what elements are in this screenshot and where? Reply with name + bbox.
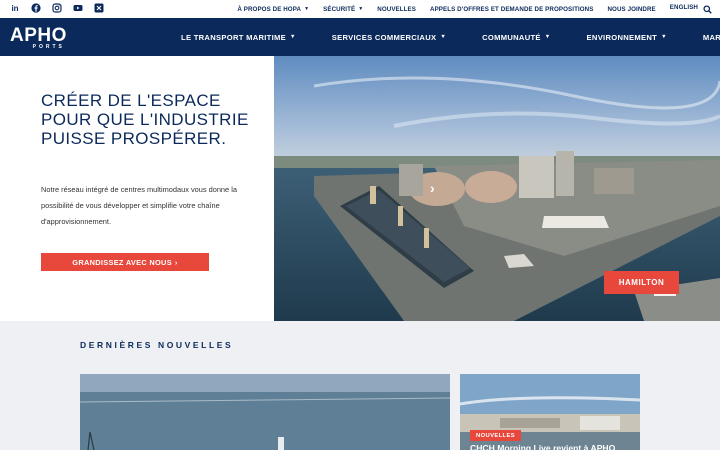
nav-item-label: ENVIRONNEMENT [586,32,658,42]
utility-item-about[interactable]: À PROPOS DE HOPA ▼ [237,6,309,13]
social-links: in [10,3,104,13]
nav-item-label: LE TRANSPORT MARITIME [181,32,287,42]
main-nav: LE TRANSPORT MARITIME ▼ SERVICES COMMERCI… [181,18,720,56]
facebook-icon[interactable] [31,3,41,13]
linkedin-icon[interactable]: in [10,3,20,13]
utility-nav: À PROPOS DE HOPA ▼ SÉCURITÉ ▼ NOUVELLES AP… [237,0,698,18]
youtube-icon[interactable] [73,3,83,13]
utility-item-label: À PROPOS DE HOPA [237,5,302,13]
nav-item-label: COMMUNAUTÉ [482,32,541,42]
utility-item-label: NOUS JOINDRE [607,5,656,13]
caret-down-icon: ▼ [358,6,364,12]
nav-item-label: MARINA [702,32,720,42]
search-icon[interactable] [703,5,712,14]
hero-description: Notre réseau intégré de centres multimod… [41,185,237,226]
utility-item-label: NOUVELLES [377,5,416,13]
news-heading: DERNIÈRES NOUVELLES [80,340,234,350]
logo-wordmark: APHO [10,25,67,46]
nav-item-transport[interactable]: LE TRANSPORT MARITIME ▼ [181,33,296,42]
grow-with-us-button[interactable]: GRANDISSEZ AVEC NOUS › [41,253,209,271]
language-switch[interactable]: ENGLISH [670,4,698,11]
carousel-prev-button[interactable]: ‹ [7,180,12,196]
chevron-right-icon: › [174,257,178,267]
logo[interactable]: APHO PORTS [10,26,67,50]
nav-item-community[interactable]: COMMUNAUTÉ ▼ [482,33,550,42]
utility-item-tenders[interactable]: APPELS D'OFFRES ET DEMANDE DE PROPOSITIO… [430,6,593,13]
caret-down-icon: ▼ [290,34,296,40]
nav-item-label: SERVICES COMMERCIAUX [331,32,437,42]
utility-bar: in À PROPOS DE HOPA ▼ SÉCURITÉ ▼ NOUVELLES… [0,0,720,18]
utility-item-news[interactable]: NOUVELLES [377,6,416,13]
hero-title: CRÉER DE L'ESPACE POUR QUE L'INDUSTRIE P… [41,91,249,148]
news-card-title[interactable]: CHCH Morning Live revient à APHO [470,443,615,453]
utility-item-label: APPELS D'OFFRES ET DEMANDE DE PROPOSITIO… [430,5,594,13]
instagram-icon[interactable] [52,3,62,13]
language-label: ENGLISH [669,3,698,11]
cta-label: GRANDISSEZ AVEC NOUS [72,257,172,267]
caret-down-icon: ▼ [661,34,667,40]
news-section: DERNIÈRES NOUVELLES [0,321,720,450]
slide-location-label[interactable]: HAMILTON [604,271,679,294]
news-category-badge: NOUVELLES [470,430,522,441]
utility-item-contact[interactable]: NOUS JOINDRE [607,6,655,13]
nav-item-marina[interactable]: MARINA [703,33,720,42]
news-card-featured[interactable] [80,374,450,450]
carousel-next-button[interactable]: › [430,180,435,196]
caret-down-icon: ▼ [304,6,310,12]
nav-item-services[interactable]: SERVICES COMMERCIAUX ▼ [332,33,446,42]
hero-text-panel: CRÉER DE L'ESPACE POUR QUE L'INDUSTRIE P… [0,56,274,321]
nav-item-environment[interactable]: ENVIRONNEMENT ▼ [587,33,667,42]
utility-item-security[interactable]: SÉCURITÉ ▼ [323,6,363,13]
caret-down-icon: ▼ [440,34,447,40]
main-navbar: APHO PORTS LE TRANSPORT MARITIME ▼ SERVIC… [0,18,720,56]
utility-item-label: SÉCURITÉ [323,5,356,13]
x-icon[interactable] [94,3,104,13]
caret-down-icon: ▼ [544,34,551,40]
